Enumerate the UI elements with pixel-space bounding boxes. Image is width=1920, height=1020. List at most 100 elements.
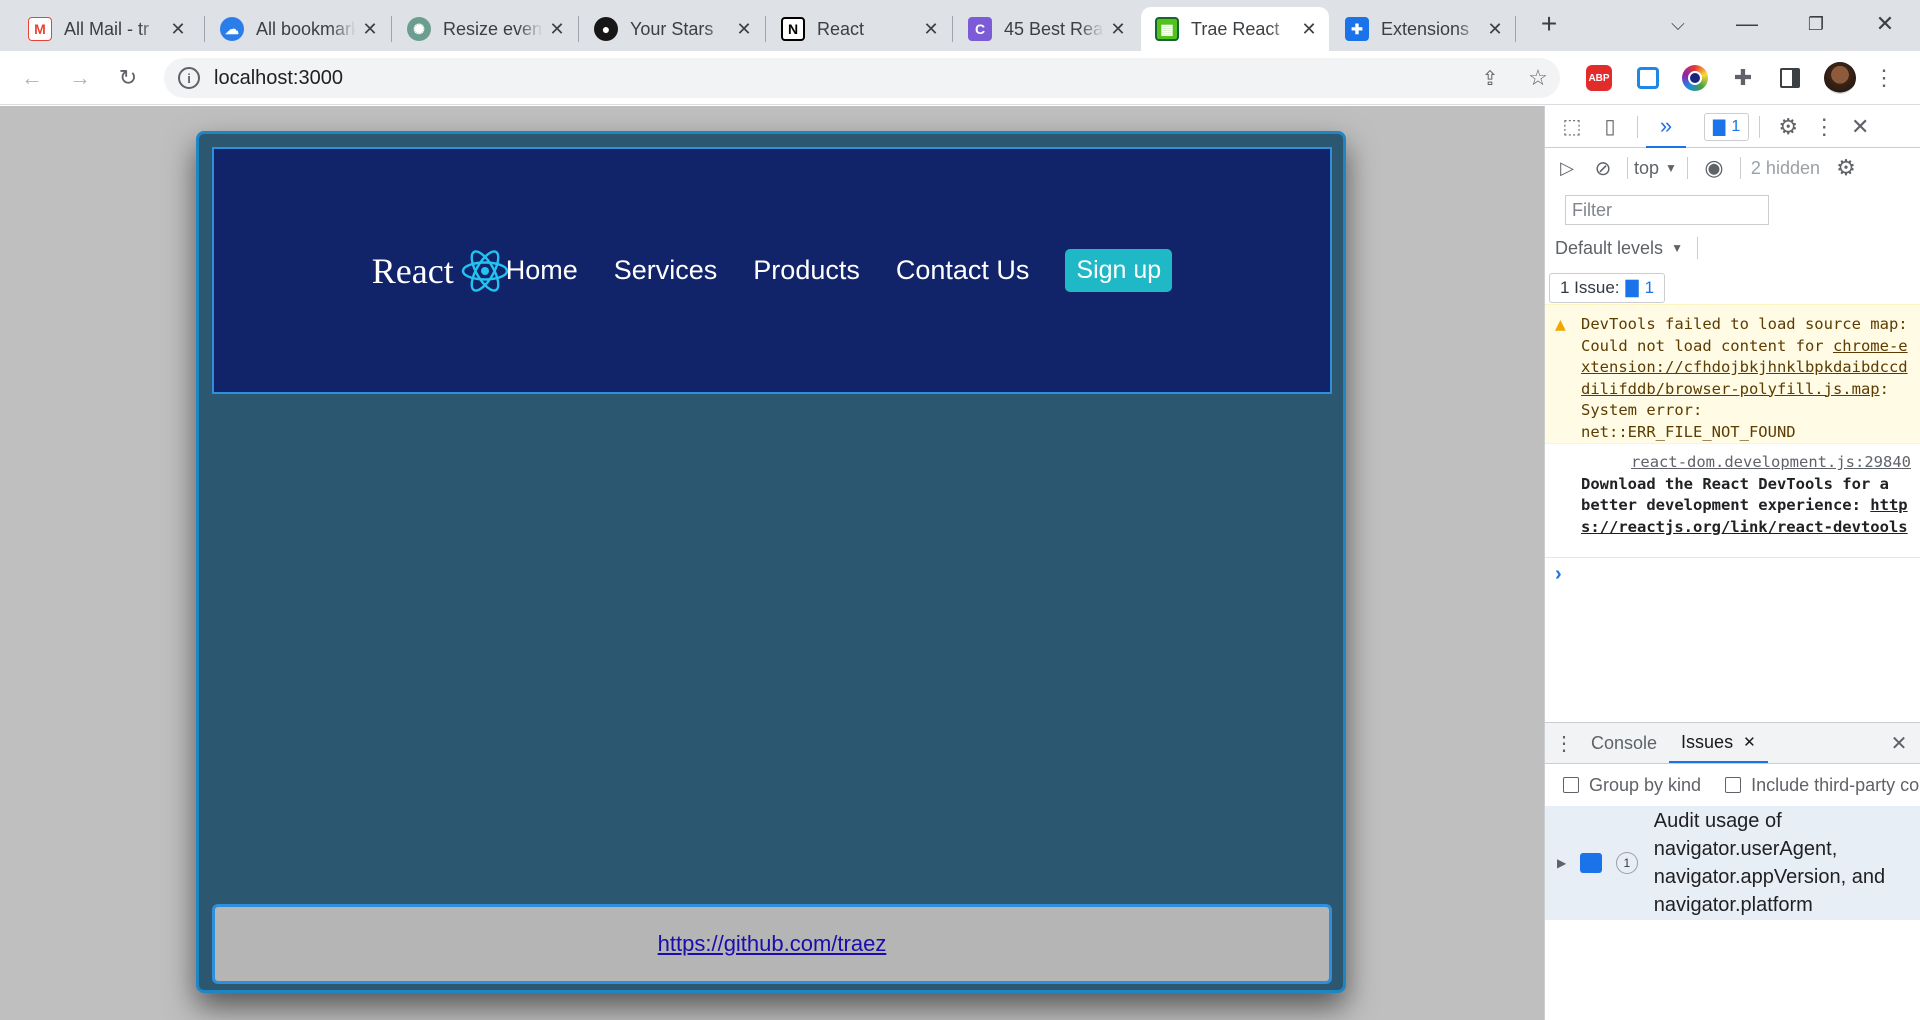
side-panel-icon (1780, 68, 1800, 88)
tab-search-button[interactable]: ⌵ (1656, 6, 1700, 42)
expand-triangle-icon[interactable]: ▶ (1557, 856, 1566, 870)
notion-icon: N (781, 17, 805, 41)
message-icon (1580, 853, 1602, 873)
gear-icon[interactable]: ⚙ (1770, 114, 1806, 140)
reload-button[interactable]: ↻ (110, 60, 146, 96)
github-link[interactable]: https://github.com/traez (658, 931, 887, 957)
issue-item[interactable]: ▶ 1 Audit usage of navigator.userAgent, … (1545, 806, 1920, 920)
close-icon[interactable]: ✕ (1743, 733, 1756, 751)
group-by-kind-checkbox[interactable] (1563, 777, 1579, 793)
third-party-label: Include third-party co (1751, 774, 1920, 795)
tab-resize[interactable]: ✺ Resize even ✕ (393, 7, 577, 51)
log-levels-select[interactable]: Default levels ▼ (1555, 238, 1683, 259)
brand-text: React (371, 250, 454, 291)
address-bar[interactable]: i localhost:3000 (164, 58, 1560, 98)
close-icon[interactable]: ✕ (1481, 15, 1509, 43)
extension-2[interactable] (1634, 64, 1662, 92)
minimize-button[interactable]: — (1725, 6, 1769, 42)
extensions-button[interactable]: ✚ (1729, 64, 1757, 92)
tab-extensions[interactable]: ✚ Extensions ✕ (1331, 7, 1515, 51)
adblock-extension[interactable]: ABP (1585, 64, 1613, 92)
close-icon[interactable]: ✕ (164, 15, 192, 43)
message-icon: ▇ (1713, 118, 1726, 136)
share-button[interactable]: ⇪ (1472, 60, 1508, 96)
tab-bookmarks[interactable]: ☁ All bookmarks ✕ (206, 7, 390, 51)
console-prompt[interactable]: › (1545, 560, 1920, 588)
close-window-button[interactable]: ✕ (1863, 6, 1907, 42)
console-toolbar: ▷ ⊘ top ▼ ◉ 2 hidden ⚙ (1545, 148, 1920, 188)
bookmark-star-button[interactable]: ☆ (1520, 60, 1556, 96)
tab-console[interactable]: Console (1579, 723, 1669, 763)
third-party-checkbox[interactable] (1725, 777, 1742, 793)
hidden-count: 2 hidden (1750, 157, 1820, 178)
brand-logo[interactable]: React (372, 248, 510, 294)
star-icon: ☆ (1528, 65, 1548, 90)
clear-console-icon[interactable]: ⊘ (1585, 156, 1621, 181)
info-source-link[interactable]: react-dom.development.js:29840 (1631, 453, 1911, 471)
issues-chip[interactable]: 1 Issue: ▇ 1 (1549, 272, 1666, 303)
close-icon[interactable]: ✕ (356, 15, 384, 43)
close-icon[interactable]: ✕ (1104, 15, 1132, 43)
close-icon[interactable]: ✕ (730, 15, 758, 43)
signup-button[interactable]: Sign up (1065, 249, 1173, 292)
issues-badge[interactable]: ▇ 1 (1704, 112, 1750, 141)
side-panel-button[interactable] (1776, 64, 1804, 92)
c-icon: C (968, 17, 992, 41)
tab-title: Your Stars (630, 18, 714, 39)
restore-button[interactable]: ❐ (1794, 6, 1838, 42)
kebab-menu-icon[interactable]: ⋮ (1806, 114, 1842, 140)
page-viewport: React Home Services Products Contact Us … (0, 106, 1544, 1020)
tab-notion-react[interactable]: N React ✕ (767, 7, 951, 51)
profile-avatar-icon (1824, 62, 1856, 94)
message-icon: ▇ (1625, 277, 1639, 297)
issue-text: Audit usage of navigator.userAgent, navi… (1653, 810, 1886, 916)
menu-button[interactable]: ⋮ (1866, 60, 1902, 96)
back-button[interactable]: ← (14, 60, 50, 96)
eye-icon[interactable]: ◉ (1698, 155, 1730, 181)
close-drawer-icon[interactable]: ✕ (1881, 731, 1917, 756)
devtools-toolbar: ⬚ ▯ » ▇ 1 ⚙ ⋮ ✕ (1545, 106, 1920, 148)
plus-icon: + (1540, 8, 1558, 39)
puzzle-icon: ✚ (1345, 17, 1369, 41)
inspect-element-icon[interactable]: ⬚ (1553, 114, 1591, 139)
filter-input[interactable]: Filter (1565, 195, 1769, 225)
info-text: Download the React DevTools for a better… (1581, 474, 1889, 515)
tab-title: React (817, 18, 865, 39)
tab-gmail[interactable]: M All Mail - tr ✕ (14, 7, 198, 51)
tab-trae-react[interactable]: ▦ Trae React ✕ (1141, 7, 1329, 51)
sidebar-toggle-icon[interactable]: ▷ (1549, 158, 1585, 179)
more-tabs-icon[interactable]: » (1646, 106, 1686, 148)
tab-title: All bookmarks (256, 18, 356, 39)
info-icon[interactable]: i (178, 67, 200, 89)
close-icon[interactable]: ✕ (1295, 15, 1323, 43)
tab-title: 45 Best Rea (1004, 18, 1104, 39)
tab-45-best[interactable]: C 45 Best Rea ✕ (954, 7, 1138, 51)
issues-chip-count: 1 (1644, 277, 1655, 297)
github-icon: ● (594, 17, 618, 41)
openai-icon: ✺ (407, 17, 431, 41)
new-tab-button[interactable]: + (1527, 6, 1571, 42)
close-icon[interactable]: ✕ (917, 15, 945, 43)
arrow-right-icon: → (69, 65, 91, 90)
drawer-menu-icon[interactable]: ⋮ (1549, 731, 1579, 756)
context-value: top (1634, 157, 1660, 178)
nav-products-link[interactable]: Products (753, 255, 860, 286)
extension-3[interactable] (1681, 64, 1709, 92)
device-toolbar-icon[interactable]: ▯ (1591, 114, 1629, 139)
dropdown-arrow-icon: ▼ (1665, 161, 1677, 175)
tab-title: Trae React (1191, 18, 1280, 39)
tab-github-stars[interactable]: ● Your Stars ✕ (580, 7, 764, 51)
nav-home-link[interactable]: Home (506, 255, 578, 286)
console-settings-gear-icon[interactable]: ⚙ (1828, 155, 1864, 181)
issues-chip-label: 1 Issue: (1560, 277, 1620, 297)
nav-services-link[interactable]: Services (614, 255, 718, 286)
tab-title: Resize even (443, 18, 543, 39)
avatar[interactable] (1824, 62, 1856, 94)
close-icon[interactable]: ✕ (1842, 114, 1878, 140)
tab-issues[interactable]: Issues ✕ (1669, 723, 1768, 763)
context-select[interactable]: top ▼ (1634, 158, 1677, 179)
forward-button[interactable]: → (62, 60, 98, 96)
close-icon[interactable]: ✕ (543, 15, 571, 43)
devtools-panel: ⬚ ▯ » ▇ 1 ⚙ ⋮ ✕ ▷ ⊘ top ▼ ◉ 2 hidden ⚙ Fil… (1544, 106, 1920, 1020)
nav-contact-link[interactable]: Contact Us (896, 255, 1030, 286)
